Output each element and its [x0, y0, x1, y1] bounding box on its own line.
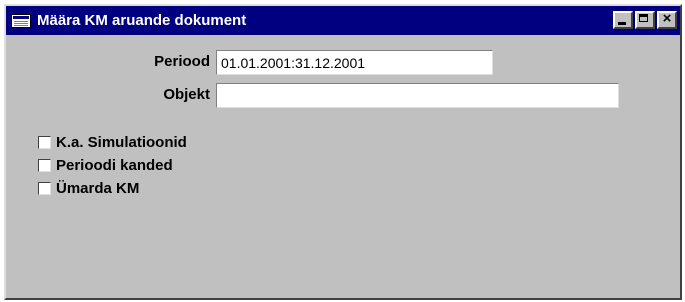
- minimize-button[interactable]: [613, 11, 633, 29]
- object-label: Objekt: [163, 86, 210, 103]
- maximize-button[interactable]: [635, 11, 655, 29]
- period-field[interactable]: [216, 50, 493, 75]
- close-button[interactable]: ×: [657, 10, 677, 29]
- simulations-label[interactable]: K.a. Simulatioonid: [56, 134, 187, 151]
- dialog-window: Määra KM aruande dokument × Periood Obje…: [4, 4, 682, 300]
- period-label: Periood: [154, 53, 210, 70]
- window-controls: ×: [613, 10, 677, 29]
- checkbox-round-vat[interactable]: Ümarda KM: [38, 180, 139, 197]
- period-entries-checkbox[interactable]: [38, 159, 51, 172]
- checkbox-simulations[interactable]: K.a. Simulatioonid: [38, 134, 187, 151]
- round-vat-checkbox[interactable]: [38, 182, 51, 195]
- simulations-checkbox[interactable]: [38, 136, 51, 149]
- close-icon: ×: [662, 10, 672, 27]
- round-vat-label[interactable]: Ümarda KM: [56, 180, 139, 197]
- window-menu-icon[interactable]: [11, 13, 31, 28]
- period-entries-label[interactable]: Perioodi kanded: [56, 157, 173, 174]
- object-field[interactable]: [216, 83, 619, 108]
- checkbox-period-entries[interactable]: Perioodi kanded: [38, 157, 173, 174]
- title-bar[interactable]: Määra KM aruande dokument ×: [6, 6, 680, 35]
- window-title: Määra KM aruande dokument: [37, 12, 247, 29]
